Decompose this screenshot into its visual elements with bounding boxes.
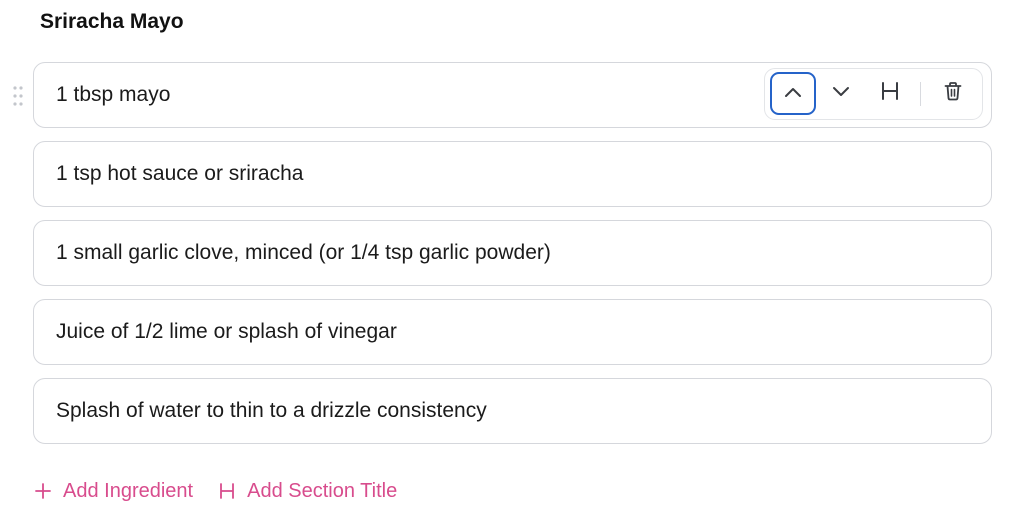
ingredient-input[interactable]: 1 tsp hot sauce or sriracha [33,141,992,207]
ingredient-text: 1 tsp hot sauce or sriracha [56,162,304,185]
add-section-title-button[interactable]: Add Section Title [217,480,397,503]
heading-icon [217,481,237,501]
ingredient-list: 1 tbsp mayo 1 tsp hot sauce or sriracha … [13,62,992,457]
ingredient-input[interactable]: Juice of 1/2 lime or splash of vinegar [33,299,992,365]
ingredient-input[interactable]: 1 small garlic clove, minced (or 1/4 tsp… [33,220,992,286]
move-up-button[interactable] [770,72,816,115]
ingredient-text: 1 small garlic clove, minced (or 1/4 tsp… [56,241,551,264]
add-ingredient-button[interactable]: Add Ingredient [33,480,193,503]
ingredient-input[interactable]: Splash of water to thin to a drizzle con… [33,378,992,444]
section-title: Sriracha Mayo [40,10,184,33]
ingredient-row: Juice of 1/2 lime or splash of vinegar [33,299,992,365]
drag-handle-icon[interactable] [12,85,24,107]
trash-icon [944,81,962,106]
convert-to-heading-button[interactable] [867,72,913,115]
ingredient-row: Splash of water to thin to a drizzle con… [33,378,992,444]
move-down-button[interactable] [818,72,864,115]
ingredient-row: 1 tbsp mayo [13,62,992,128]
ingredient-text: Splash of water to thin to a drizzle con… [56,399,487,422]
ingredient-text: Juice of 1/2 lime or splash of vinegar [56,320,397,343]
heading-icon [881,81,899,106]
ingredient-text: 1 tbsp mayo [56,83,171,106]
add-ingredient-label: Add Ingredient [63,479,194,502]
ingredient-toolbar [764,68,983,120]
chevron-up-icon [784,85,802,103]
add-section-title-label: Add Section Title [247,479,398,502]
ingredient-actions: Add Ingredient Add Section Title [33,476,421,506]
toolbar-divider [920,82,921,106]
ingredient-row: 1 small garlic clove, minced (or 1/4 tsp… [33,220,992,286]
chevron-down-icon [832,85,850,103]
delete-button[interactable] [930,72,976,115]
plus-icon [33,481,53,501]
ingredient-row: 1 tsp hot sauce or sriracha [33,141,992,207]
